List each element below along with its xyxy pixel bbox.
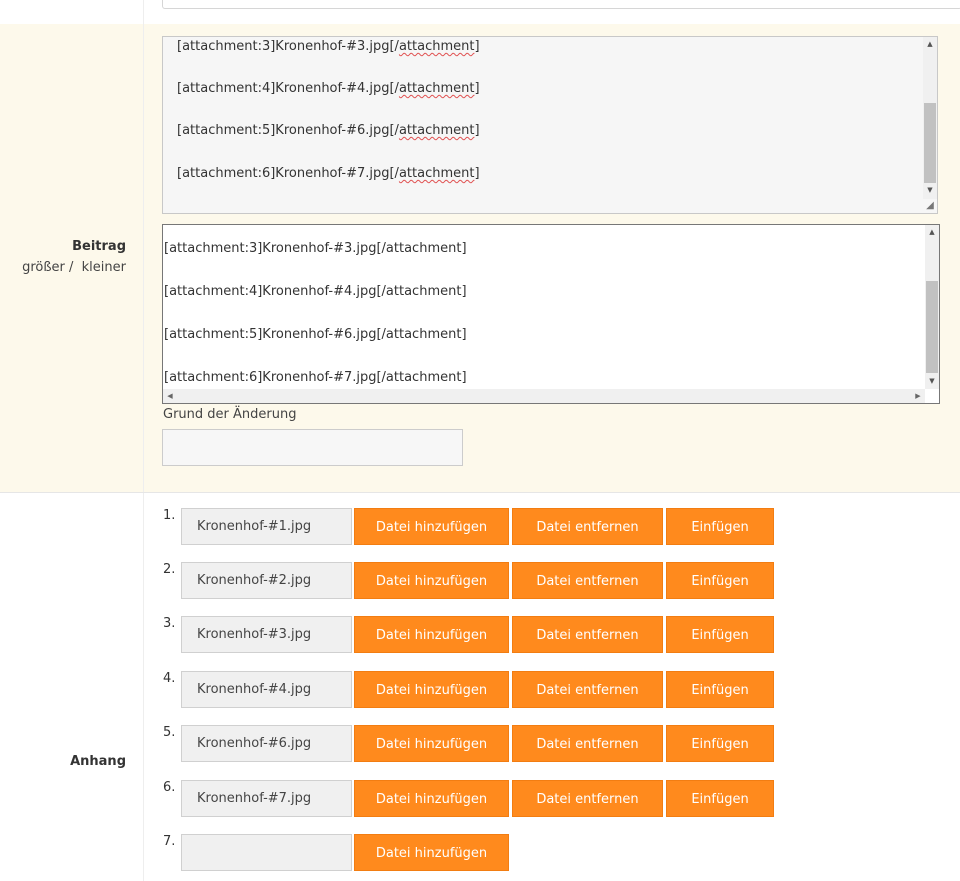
scroll-down-arrow-icon[interactable]: ▼ xyxy=(925,376,939,386)
preview-line: [attachment:3]Kronenhof-#3.jpg[/attachme… xyxy=(164,241,467,256)
remove-file-button[interactable]: Datei entfernen xyxy=(512,671,663,708)
scroll-right-arrow-icon[interactable]: ▶ xyxy=(911,389,925,403)
scroll-up-arrow-icon[interactable]: ▲ xyxy=(925,227,939,237)
preview-line: [attachment:4]Kronenhof-#4.jpg[/attachme… xyxy=(164,284,467,299)
insert-file-button[interactable]: Einfügen xyxy=(666,562,774,599)
insert-file-button[interactable]: Einfügen xyxy=(666,671,774,708)
top-input-field[interactable] xyxy=(162,0,960,9)
attachments-row: Anhang 1. Kronenhof-#1.jpg Datei hinzufü… xyxy=(0,493,960,881)
post-editor-textarea[interactable]: [attachment:3]Kronenhof-#3.jpg[/attachme… xyxy=(162,36,938,214)
attachment-number: 7. xyxy=(163,834,176,849)
attachment-filename-field[interactable] xyxy=(181,834,352,871)
attachment-number: 2. xyxy=(163,562,176,577)
editor-larger-link[interactable]: größer / xyxy=(22,260,73,275)
post-label: Beitrag xyxy=(72,239,126,254)
attachment-filename-field[interactable]: Kronenhof-#6.jpg xyxy=(181,725,352,762)
post-row: Beitrag größer / kleiner [attachment:3]K… xyxy=(0,24,960,493)
insert-file-button[interactable]: Einfügen xyxy=(666,508,774,545)
preview-vertical-scrollbar[interactable]: ▲ ▼ xyxy=(925,225,939,389)
editor-line: [attachment:3]Kronenhof-#3.jpg[/attachme… xyxy=(177,39,480,54)
remove-file-button[interactable]: Datei entfernen xyxy=(512,780,663,817)
attachment-item: 3. Kronenhof-#3.jpg Datei hinzufügen Dat… xyxy=(0,612,960,653)
remove-file-button[interactable]: Datei entfernen xyxy=(512,616,663,653)
editor-scroll-thumb[interactable] xyxy=(924,103,936,183)
attachment-item: 2. Kronenhof-#2.jpg Datei hinzufügen Dat… xyxy=(0,558,960,599)
add-file-button[interactable]: Datei hinzufügen xyxy=(354,834,509,871)
editor-vertical-scrollbar[interactable]: ▲ ▼ xyxy=(923,37,937,199)
preview-line: [attachment:5]Kronenhof-#6.jpg[/attachme… xyxy=(164,327,467,342)
editor-line: [attachment:5]Kronenhof-#6.jpg[/attachme… xyxy=(177,123,480,138)
add-file-button[interactable]: Datei hinzufügen xyxy=(354,780,509,817)
editor-line: [attachment:4]Kronenhof-#4.jpg[/attachme… xyxy=(177,81,480,96)
edit-reason-label: Grund der Änderung xyxy=(163,407,297,422)
remove-file-button[interactable]: Datei entfernen xyxy=(512,725,663,762)
attachment-filename-field[interactable]: Kronenhof-#1.jpg xyxy=(181,508,352,545)
attachment-item: 4. Kronenhof-#4.jpg Datei hinzufügen Dat… xyxy=(0,667,960,708)
attachment-number: 3. xyxy=(163,616,176,631)
top-label-column xyxy=(0,0,144,24)
scroll-down-arrow-icon[interactable]: ▼ xyxy=(923,185,937,195)
remove-file-button[interactable]: Datei entfernen xyxy=(512,562,663,599)
attachment-item: 6. Kronenhof-#7.jpg Datei hinzufügen Dat… xyxy=(0,776,960,817)
add-file-button[interactable]: Datei hinzufügen xyxy=(354,725,509,762)
attachment-item: 1. Kronenhof-#1.jpg Datei hinzufügen Dat… xyxy=(0,504,960,545)
top-field-row xyxy=(0,0,960,25)
attachment-filename-field[interactable]: Kronenhof-#2.jpg xyxy=(181,562,352,599)
attachment-number: 6. xyxy=(163,780,176,795)
remove-file-button[interactable]: Datei entfernen xyxy=(512,508,663,545)
preview-scroll-thumb[interactable] xyxy=(926,281,938,373)
attachment-filename-field[interactable]: Kronenhof-#3.jpg xyxy=(181,616,352,653)
editor-smaller-link[interactable]: kleiner xyxy=(82,260,126,275)
insert-file-button[interactable]: Einfügen xyxy=(666,616,774,653)
scroll-left-arrow-icon[interactable]: ◀ xyxy=(163,389,177,403)
add-file-button[interactable]: Datei hinzufügen xyxy=(354,616,509,653)
post-label-column: Beitrag größer / kleiner xyxy=(0,24,144,492)
attachment-filename-field[interactable]: Kronenhof-#4.jpg xyxy=(181,671,352,708)
attachment-number: 1. xyxy=(163,508,176,523)
add-file-button[interactable]: Datei hinzufügen xyxy=(354,508,509,545)
scroll-up-arrow-icon[interactable]: ▲ xyxy=(923,39,937,49)
post-preview-box: [attachment:3]Kronenhof-#3.jpg[/attachme… xyxy=(162,224,940,404)
attachment-number: 5. xyxy=(163,725,176,740)
insert-file-button[interactable]: Einfügen xyxy=(666,780,774,817)
add-file-button[interactable]: Datei hinzufügen xyxy=(354,671,509,708)
attachment-item: 7. Datei hinzufügen xyxy=(0,830,960,871)
editor-size-controls: größer / kleiner xyxy=(22,260,126,275)
add-file-button[interactable]: Datei hinzufügen xyxy=(354,562,509,599)
attachment-number: 4. xyxy=(163,671,176,686)
resize-grip-icon[interactable]: ◢ xyxy=(924,200,936,212)
preview-horizontal-scrollbar[interactable]: ◀ ▶ xyxy=(163,389,925,403)
edit-reason-input[interactable] xyxy=(162,429,463,466)
editor-line: [attachment:6]Kronenhof-#7.jpg[/attachme… xyxy=(177,166,480,181)
insert-file-button[interactable]: Einfügen xyxy=(666,725,774,762)
preview-line: [attachment:6]Kronenhof-#7.jpg[/attachme… xyxy=(164,370,467,385)
attachment-filename-field[interactable]: Kronenhof-#7.jpg xyxy=(181,780,352,817)
attachment-item: 5. Kronenhof-#6.jpg Datei hinzufügen Dat… xyxy=(0,721,960,762)
